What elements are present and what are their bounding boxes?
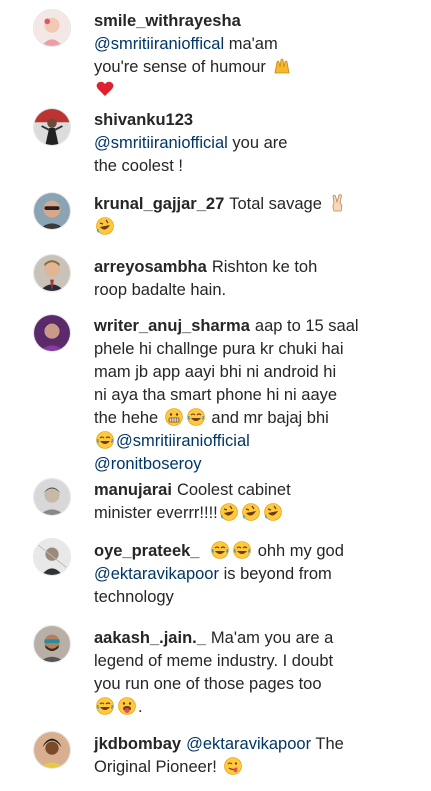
avatar[interactable]: [33, 478, 71, 516]
comment-text: ohh my god: [257, 542, 344, 560]
comment-text: Ma'am you are a: [210, 629, 334, 647]
raising-hands-emoji-icon: [272, 56, 292, 76]
avatar[interactable]: [33, 192, 71, 230]
comment-text: roop badalte hain.: [94, 281, 227, 299]
rofl-emoji-icon: [95, 216, 115, 236]
comment-text: ma'am: [228, 35, 278, 53]
comment-text: minister everrr!!!!: [94, 504, 218, 522]
comment-username[interactable]: shivanku123: [94, 111, 193, 129]
mention-link[interactable]: @ektaravikapoor: [94, 565, 219, 583]
avatar[interactable]: [33, 538, 71, 576]
comment-text: you're sense of humour: [94, 58, 266, 76]
tears-of-joy-emoji-icon: [186, 407, 206, 427]
comment-text: Rishton ke toh: [211, 258, 318, 276]
mention-link[interactable]: @smritiiraniofficial: [116, 432, 250, 450]
avatar[interactable]: [33, 254, 71, 292]
avatar[interactable]: [33, 314, 71, 352]
tears-of-joy-emoji-icon: [232, 540, 252, 560]
comment-text: you are: [232, 134, 288, 152]
rofl-emoji-icon: [241, 502, 261, 522]
tears-of-joy-emoji-icon: [95, 696, 115, 716]
comment-text: and mr bajaj bhi: [211, 409, 329, 427]
mention-link[interactable]: @ektaravikapoor: [186, 735, 311, 753]
comment-text: phele hi challnge pura kr chuki hai: [94, 340, 344, 358]
comment-text: The: [315, 735, 344, 753]
tears-of-joy-emoji-icon: [210, 540, 230, 560]
comment-text: mam jb app aayi bhi ni android hi: [94, 363, 337, 381]
comment-text: aap to 15 saal: [254, 317, 359, 335]
tongue-out-emoji-icon: [117, 696, 137, 716]
comment-username[interactable]: jkdbombay: [94, 735, 181, 753]
comment-text: Coolest cabinet: [176, 481, 291, 499]
comment-text: ni aya tha smart phone hi ni aaye: [94, 386, 338, 404]
tears-of-joy-emoji-icon: [95, 430, 115, 450]
comment-username[interactable]: arreyosambha: [94, 258, 207, 276]
rofl-emoji-icon: [263, 502, 283, 522]
comment-text: the coolest !: [94, 157, 183, 175]
avatar[interactable]: [33, 108, 71, 146]
avatar[interactable]: [33, 9, 71, 47]
comment-username[interactable]: manujarai: [94, 481, 172, 499]
grimacing-face-emoji-icon: [164, 407, 184, 427]
comment-username[interactable]: aakash_.jain._: [94, 629, 206, 647]
comment-text: you run one of those pages too: [94, 675, 322, 693]
comment-username[interactable]: oye_prateek_: [94, 542, 200, 560]
comment-username[interactable]: krunal_gajjar_27: [94, 195, 224, 213]
rofl-emoji-icon: [219, 502, 239, 522]
comment-text: Total savage: [229, 195, 322, 213]
comment-username[interactable]: writer_anuj_sharma: [94, 317, 250, 335]
comment-text: legend of meme industry. I doubt: [94, 652, 334, 670]
mention-link[interactable]: @smritiiraniofficial: [94, 134, 228, 152]
comment-username[interactable]: smile_withrayesha: [94, 12, 241, 30]
avatar[interactable]: [33, 625, 71, 663]
face-savoring-food-emoji-icon: [223, 756, 243, 776]
victory-hand-emoji-icon: [328, 193, 348, 213]
comment-text: the hehe: [94, 409, 159, 427]
avatar[interactable]: [33, 731, 71, 769]
comment-text: technology: [94, 588, 174, 606]
comment-text: Original Pioneer!: [94, 758, 217, 776]
red-heart-emoji-icon: [95, 79, 115, 99]
comment-text: is beyond from: [223, 565, 332, 583]
mention-link[interactable]: @ronitboseroy: [94, 455, 202, 473]
mention-link[interactable]: @smritiiranioffical: [94, 35, 224, 53]
